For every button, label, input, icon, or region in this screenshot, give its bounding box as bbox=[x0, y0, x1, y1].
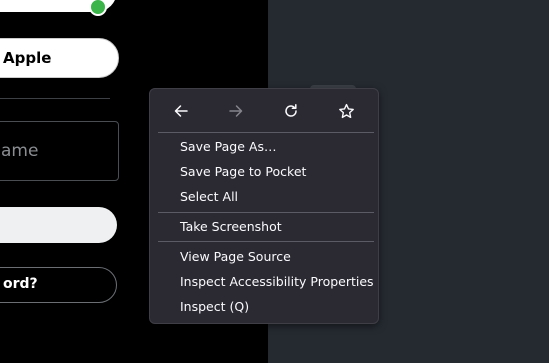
menu-item-label: Select All bbox=[180, 189, 239, 204]
name-input-placeholder: ame bbox=[1, 141, 39, 161]
account-button[interactable] bbox=[0, 0, 117, 16]
menu-item-take-screenshot[interactable]: Take Screenshot bbox=[150, 215, 378, 239]
reload-icon bbox=[285, 104, 297, 117]
browser-context-menu: Save Page As… Save Page to Pocket Select… bbox=[149, 88, 379, 324]
menu-item-select-all[interactable]: Select All bbox=[150, 185, 378, 209]
menu-item-save-to-pocket[interactable]: Save Page to Pocket bbox=[150, 160, 378, 184]
reload-button[interactable] bbox=[277, 99, 305, 123]
context-menu-navigation bbox=[150, 89, 378, 132]
name-input[interactable]: ame bbox=[0, 121, 119, 181]
status-dot-icon bbox=[89, 0, 107, 16]
menu-separator bbox=[158, 212, 374, 213]
arrow-left-icon bbox=[174, 105, 188, 117]
continue-button[interactable] bbox=[0, 207, 117, 243]
divider bbox=[0, 98, 110, 99]
forgot-password-button[interactable]: ord? bbox=[0, 267, 117, 303]
bookmark-button[interactable] bbox=[332, 99, 360, 123]
menu-item-label: Save Page to Pocket bbox=[180, 164, 307, 179]
star-icon bbox=[338, 103, 354, 118]
forward-button[interactable] bbox=[222, 99, 250, 123]
menu-separator bbox=[158, 241, 374, 242]
menu-item-label: Take Screenshot bbox=[180, 219, 282, 234]
arrow-right-icon bbox=[229, 105, 243, 117]
menu-item-save-page-as[interactable]: Save Page As… bbox=[150, 135, 378, 159]
menu-item-label: Inspect Accessibility Properties bbox=[180, 274, 374, 289]
menu-item-label: Save Page As… bbox=[180, 139, 277, 154]
back-button[interactable] bbox=[167, 99, 195, 123]
menu-item-label: View Page Source bbox=[180, 249, 291, 264]
menu-item-label: Inspect (Q) bbox=[180, 299, 250, 314]
apple-button-label: Apple bbox=[3, 49, 52, 67]
sign-in-with-apple-button[interactable]: Apple bbox=[0, 38, 119, 78]
menu-separator bbox=[158, 132, 374, 133]
forgot-password-label: ord? bbox=[3, 276, 38, 292]
menu-item-inspect-accessibility[interactable]: Inspect Accessibility Properties bbox=[150, 270, 378, 294]
menu-item-view-page-source[interactable]: View Page Source bbox=[150, 245, 378, 269]
menu-item-inspect[interactable]: Inspect (Q) bbox=[150, 295, 378, 319]
